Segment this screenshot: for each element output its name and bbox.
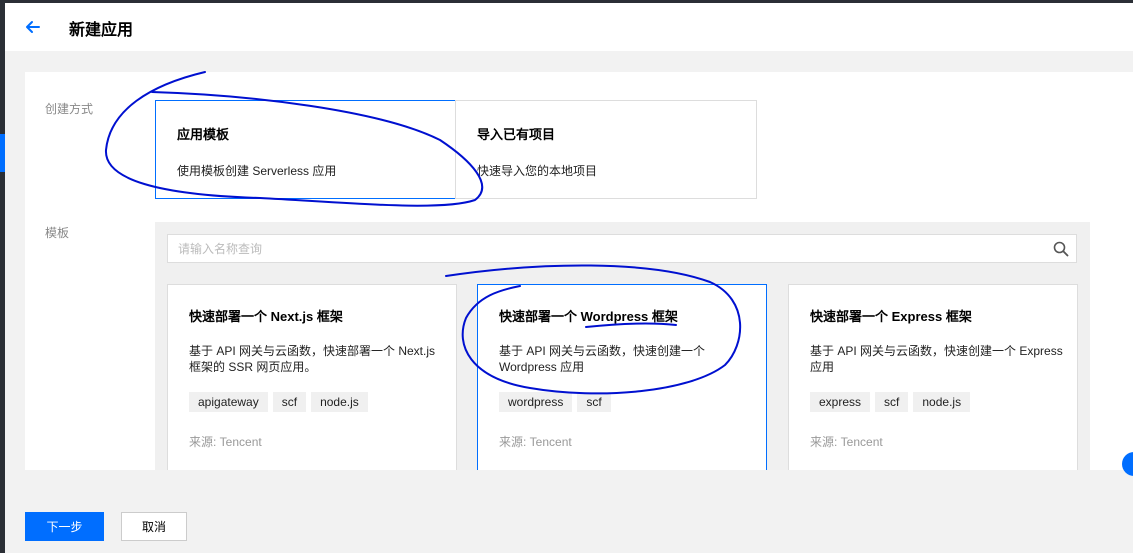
template-search-box (167, 234, 1077, 263)
tag: node.js (311, 392, 368, 412)
template-card-desc: 基于 API 网关与云函数，快速部署一个 Next.js 框架的 SSR 网页应… (189, 344, 436, 374)
template-search-input[interactable] (168, 235, 1028, 262)
side-nav-strip (0, 0, 5, 553)
method-card-app-template[interactable]: 应用模板 使用模板创建 Serverless 应用 (155, 100, 456, 199)
template-card-title: 快速部署一个 Next.js 框架 (189, 309, 343, 324)
template-card-source: 来源: Tencent (810, 435, 883, 449)
template-label: 模板 (45, 226, 70, 240)
template-card-tags: express scf node.js (810, 392, 971, 412)
method-card-import-project[interactable]: 导入已有项目 快速导入您的本地项目 (455, 100, 757, 199)
method-card-desc: 快速导入您的本地项目 (477, 164, 598, 178)
tag: scf (577, 392, 611, 412)
page-header: 新建应用 (5, 3, 1133, 51)
tag: node.js (913, 392, 971, 412)
template-list-area: 快速部署一个 Next.js 框架 基于 API 网关与云函数，快速部署一个 N… (155, 222, 1090, 470)
tag: scf (875, 392, 909, 412)
method-card-desc: 使用模板创建 Serverless 应用 (177, 164, 337, 178)
create-method-label: 创建方式 (45, 102, 94, 116)
template-card-source: 来源: Tencent (189, 435, 262, 449)
template-card-title: 快速部署一个 Wordpress 框架 (499, 309, 678, 324)
search-icon[interactable] (1053, 241, 1069, 257)
template-card-tags: wordpress scf (499, 392, 611, 412)
template-card-desc: 基于 API 网关与云函数，快速创建一个 Express 应用 (810, 344, 1063, 374)
page-title: 新建应用 (69, 22, 134, 39)
back-arrow-icon[interactable] (23, 17, 43, 37)
tag: apigateway (189, 392, 268, 412)
cancel-button[interactable]: 取消 (121, 512, 187, 541)
template-card-tags: apigateway scf node.js (189, 392, 368, 412)
method-card-title: 应用模板 (177, 127, 230, 142)
main-panel: 创建方式 应用模板 使用模板创建 Serverless 应用 导入已有项目 快速… (25, 72, 1133, 470)
method-card-title: 导入已有项目 (477, 127, 556, 142)
template-card-wordpress[interactable]: 快速部署一个 Wordpress 框架 基于 API 网关与云函数，快速创建一个… (477, 284, 767, 470)
tag: scf (272, 392, 307, 412)
template-card-desc: 基于 API 网关与云函数，快速创建一个 Wordpress 应用 (499, 344, 706, 374)
tag: wordpress (499, 392, 573, 412)
side-nav-active-indicator (0, 134, 5, 172)
next-step-button[interactable]: 下一步 (25, 512, 104, 541)
tag: express (810, 392, 871, 412)
template-card-source: 来源: Tencent (499, 435, 572, 449)
template-card-nextjs[interactable]: 快速部署一个 Next.js 框架 基于 API 网关与云函数，快速部署一个 N… (167, 284, 457, 470)
floating-help-button[interactable] (1122, 452, 1133, 476)
template-card-title: 快速部署一个 Express 框架 (810, 309, 972, 324)
template-card-express[interactable]: 快速部署一个 Express 框架 基于 API 网关与云函数，快速创建一个 E… (788, 284, 1078, 470)
